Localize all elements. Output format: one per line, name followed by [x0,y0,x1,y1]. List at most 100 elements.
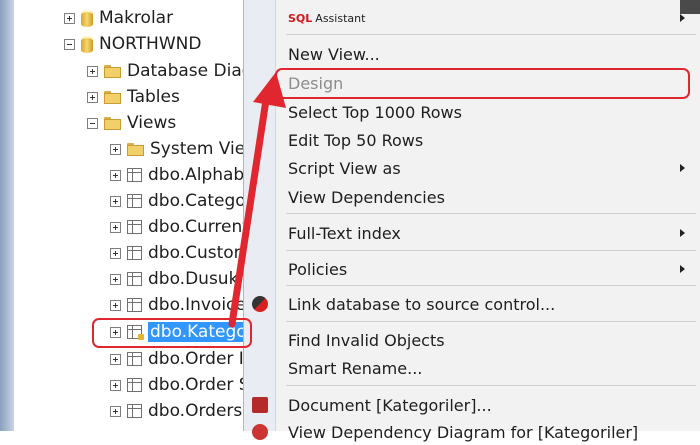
view-icon [127,298,142,312]
tree-node-tables[interactable]: Tables [87,85,180,109]
menu-item-label: Link database to source control... [288,294,556,314]
menu-item-label: Document [Kategoriler]... [288,395,492,415]
tree-node-label: dbo.Order I [148,349,244,369]
tree-node-label: NORTHWND [99,34,202,54]
menu-item-label: Find Invalid Objects [288,330,445,350]
folder-icon [127,142,144,156]
menu-item-label: Edit Top 50 Rows [288,130,424,150]
view-icon [127,378,142,392]
database-icon [81,35,93,53]
expand-icon[interactable] [110,195,121,207]
collapse-icon[interactable] [87,117,98,129]
view-icon [127,194,142,208]
tree-node-label: Views [127,113,177,133]
view-icon [127,168,142,182]
expand-icon[interactable] [87,91,98,103]
tree-node-view[interactable]: dbo.Orders [110,399,242,423]
tree-node-label: dbo.Invoice [148,295,246,315]
tree-node-view[interactable]: dbo.Alphab [110,163,244,187]
tree-node-label: dbo.Orders [148,401,243,421]
tree-node-view[interactable]: dbo.Invoice [110,293,246,317]
menu-item-find-invalid-objects[interactable]: Find Invalid Objects [275,327,700,353]
tree-node-view[interactable]: dbo.Dusuk [110,267,238,291]
tree-node-label: Tables [127,87,180,107]
expand-icon[interactable] [64,12,75,24]
submenu-arrow-icon [680,265,685,273]
expand-icon[interactable] [110,221,121,233]
menu-item-new-view[interactable]: New View... [275,41,700,67]
expand-icon[interactable] [110,353,121,365]
submenu-arrow-icon [680,229,685,237]
tree-node-database-diagrams[interactable]: Database Diag [87,59,253,83]
menu-item-label: Full-Text index [288,223,401,243]
menu-item-select-top-rows[interactable]: Select Top 1000 Rows [275,99,700,125]
dependency-diagram-icon [252,424,268,440]
menu-item-link-source-control[interactable]: Link database to source control... [275,291,700,317]
menu-separator [286,34,696,35]
expand-icon[interactable] [87,65,98,77]
expand-icon[interactable] [110,143,121,155]
tree-node-label: dbo.Catego [148,191,246,211]
expand-icon[interactable] [110,379,121,391]
expand-icon[interactable] [110,405,121,417]
annotation-highlight-selected-view [92,318,252,348]
expand-icon[interactable] [110,299,121,311]
tree-node-view[interactable]: dbo.Current [110,215,249,239]
menu-separator [286,285,696,286]
menu-item-label: Smart Rename... [288,358,423,378]
menu-item-label: Policies [288,259,348,279]
window-edge [0,0,14,431]
menu-item-label: View Dependency Diagram for [Kategoriler… [288,422,639,442]
annotation-highlight-design [275,68,690,99]
menu-separator [286,213,696,214]
tree-node-views[interactable]: Views [87,111,176,135]
sql-assistant-label: Assistant [315,11,366,25]
collapse-icon[interactable] [64,38,75,50]
menu-item-edit-top-rows[interactable]: Edit Top 50 Rows [275,127,700,153]
tree-node-system-views[interactable]: System View [110,137,259,161]
tree-node-label: dbo.Alphab [148,165,245,185]
document-icon [252,397,268,413]
folder-icon [104,116,121,130]
database-icon [81,9,93,27]
menu-separator [286,321,696,322]
menu-item-smart-rename[interactable]: Smart Rename... [275,355,700,381]
expand-icon[interactable] [110,273,121,285]
view-icon [127,272,142,286]
tree-node-label: Database Diag [127,61,253,81]
menu-item-sql-assistant[interactable]: SQL Assistant [275,5,700,31]
menu-item-policies[interactable]: Policies [275,256,700,282]
tree-node-label: dbo.Current [148,217,249,237]
menu-separator [286,250,696,251]
view-icon [127,352,142,366]
tree-node-label: dbo.Custon [148,243,245,263]
tree-node-view[interactable]: dbo.Custon [110,241,244,265]
view-icon [127,220,142,234]
tree-node-makrolar[interactable]: Makrolar [64,6,173,30]
submenu-arrow-icon [680,164,685,172]
tree-node-northwnd[interactable]: NORTHWND [64,32,201,56]
view-icon [127,404,142,418]
tree-node-label: Makrolar [99,8,174,28]
tree-node-label: dbo.Order S [148,375,250,395]
source-control-icon [252,296,268,312]
menu-item-label: New View... [288,44,380,64]
context-menu: SQL Assistant New View... Design Select … [243,0,700,442]
tree-node-view[interactable]: dbo.Order S [110,373,250,397]
tree-node-view[interactable]: dbo.Catego [110,189,246,213]
expand-icon[interactable] [110,247,121,259]
menu-item-view-dependencies[interactable]: View Dependencies [275,184,700,210]
menu-icon-gutter [244,0,276,431]
submenu-arrow-icon [680,14,685,22]
menu-item-label: Select Top 1000 Rows [288,102,462,122]
tree-node-view[interactable]: dbo.Order I [110,347,244,371]
expand-icon[interactable] [110,169,121,181]
menu-item-document[interactable]: Document [Kategoriler]... [275,392,700,418]
folder-icon [104,64,121,78]
menu-item-script-view-as[interactable]: Script View as [275,155,700,181]
folder-icon [104,90,121,104]
menu-item-full-text-index[interactable]: Full-Text index [275,220,700,246]
menu-item-label: Script View as [288,158,401,178]
menu-item-view-dependency-diagram[interactable]: View Dependency Diagram for [Kategoriler… [275,419,700,445]
sql-assistant-brand: SQL [288,11,313,25]
